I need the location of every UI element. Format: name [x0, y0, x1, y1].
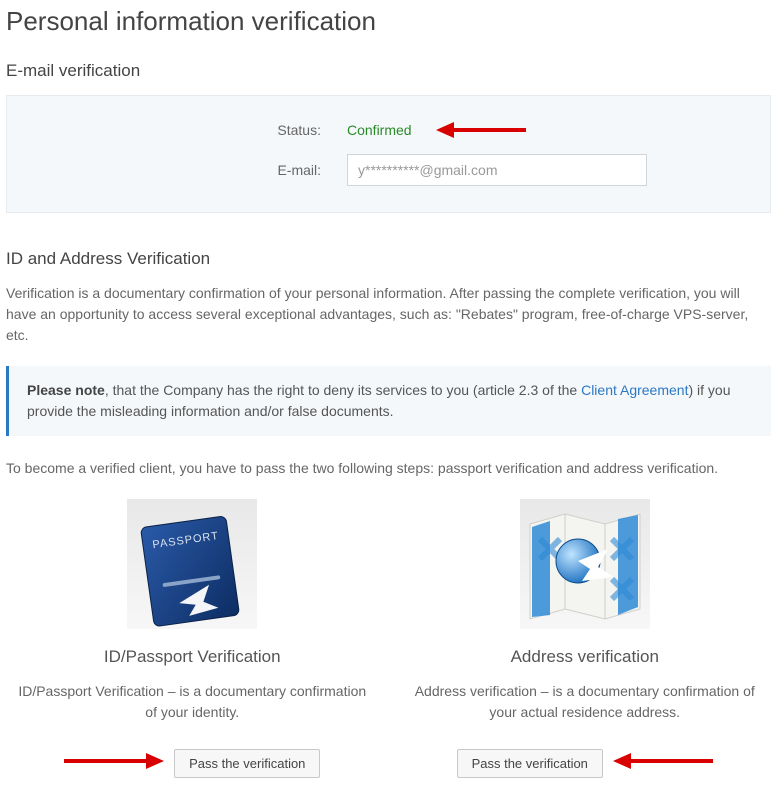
- id-address-heading: ID and Address Verification: [6, 249, 771, 269]
- email-field[interactable]: [347, 154, 647, 186]
- note-box: Please note, that the Company has the ri…: [6, 366, 771, 436]
- status-label: Status:: [27, 122, 347, 138]
- arrow-annotation-icon: [613, 751, 713, 776]
- note-text-1: , that the Company has the right to deny…: [105, 382, 581, 398]
- id-passport-title: ID/Passport Verification: [6, 647, 379, 667]
- address-column: Address verification Address verificatio…: [399, 499, 772, 778]
- id-passport-column: PASSPORT ID/Passport Verification ID/Pas…: [6, 499, 379, 778]
- verification-columns: PASSPORT ID/Passport Verification ID/Pas…: [6, 499, 771, 778]
- status-value: Confirmed: [347, 122, 412, 138]
- address-title: Address verification: [399, 647, 772, 667]
- email-verification-panel: Status: Confirmed E-mail:: [6, 95, 771, 213]
- address-desc: Address verification – is a documentary …: [399, 681, 772, 723]
- page-title: Personal information verification: [6, 6, 771, 37]
- pass-verification-address-button[interactable]: Pass the verification: [457, 749, 603, 778]
- verification-intro-text: Verification is a documentary confirmati…: [6, 283, 771, 346]
- email-label: E-mail:: [27, 162, 347, 178]
- arrow-annotation-icon: [64, 751, 164, 776]
- pass-verification-id-button[interactable]: Pass the verification: [174, 749, 320, 778]
- passport-icon: PASSPORT: [127, 499, 257, 629]
- client-agreement-link[interactable]: Client Agreement: [581, 382, 688, 398]
- arrow-annotation-icon: [436, 120, 526, 140]
- email-verification-heading: E-mail verification: [6, 61, 771, 81]
- note-prefix: Please note: [27, 382, 105, 398]
- map-icon: [520, 499, 650, 629]
- steps-intro-text: To become a verified client, you have to…: [6, 458, 771, 479]
- id-passport-desc: ID/Passport Verification – is a document…: [6, 681, 379, 723]
